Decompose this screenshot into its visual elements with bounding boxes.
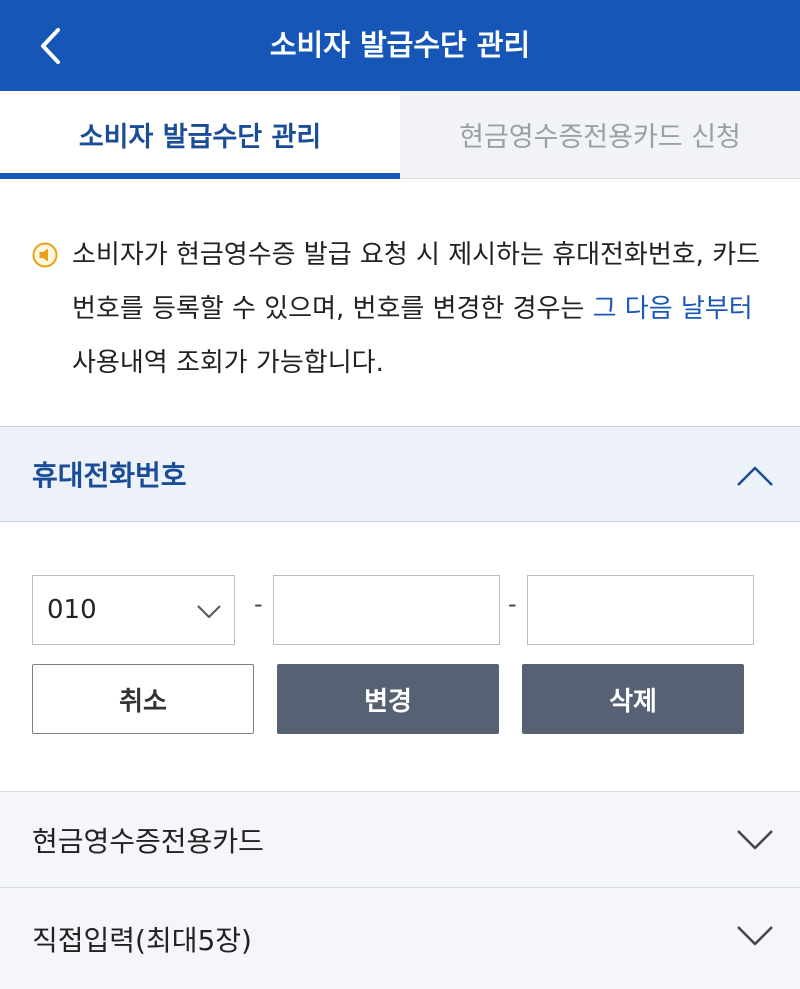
chevron-down-icon	[197, 605, 221, 618]
app-header: 소비자 발급수단 관리	[0, 0, 800, 91]
phone-last-input[interactable]	[527, 575, 754, 645]
tab-card-application[interactable]: 현금영수증전용카드 신청	[400, 91, 800, 178]
chevron-down-icon	[737, 830, 773, 850]
chevron-down-icon	[737, 926, 773, 946]
tab-issuance-management[interactable]: 소비자 발급수단 관리	[0, 91, 400, 179]
tab-bar: 소비자 발급수단 관리 현금영수증전용카드 신청	[0, 91, 800, 179]
change-button[interactable]: 변경	[277, 664, 499, 734]
chevron-up-icon	[737, 466, 773, 486]
phone-middle-input[interactable]	[273, 575, 500, 645]
accordion-phone-header[interactable]: 휴대전화번호	[0, 426, 800, 522]
notice-text: 소비자가 현금영수증 발급 요청 시 제시하는 휴대전화번호, 카드번호를 등록…	[32, 228, 772, 390]
speaker-icon	[32, 242, 58, 268]
accordion-card-header[interactable]: 현금영수증전용카드	[0, 791, 800, 887]
accordion-direct-header[interactable]: 직접입력(최대5장)	[0, 887, 800, 989]
accordion-card-title: 현금영수증전용카드	[32, 824, 264, 858]
notice-highlight: 그 다음 날부터	[592, 294, 753, 324]
separator-2: -	[508, 590, 517, 618]
delete-button[interactable]: 삭제	[522, 664, 744, 734]
phone-prefix-value: 010	[47, 595, 97, 625]
page-title: 소비자 발급수단 관리	[269, 28, 531, 62]
separator-1: -	[254, 590, 263, 618]
accordion-phone-title: 휴대전화번호	[32, 459, 187, 492]
accordion-direct-title: 직접입력(최대5장)	[32, 923, 252, 957]
notice-text-part2: 사용내역 조회가 가능합니다.	[72, 348, 384, 378]
phone-prefix-select[interactable]: 010	[32, 575, 235, 645]
cancel-button[interactable]: 취소	[32, 664, 254, 734]
notice-box: 소비자가 현금영수증 발급 요청 시 제시하는 휴대전화번호, 카드번호를 등록…	[32, 228, 772, 390]
